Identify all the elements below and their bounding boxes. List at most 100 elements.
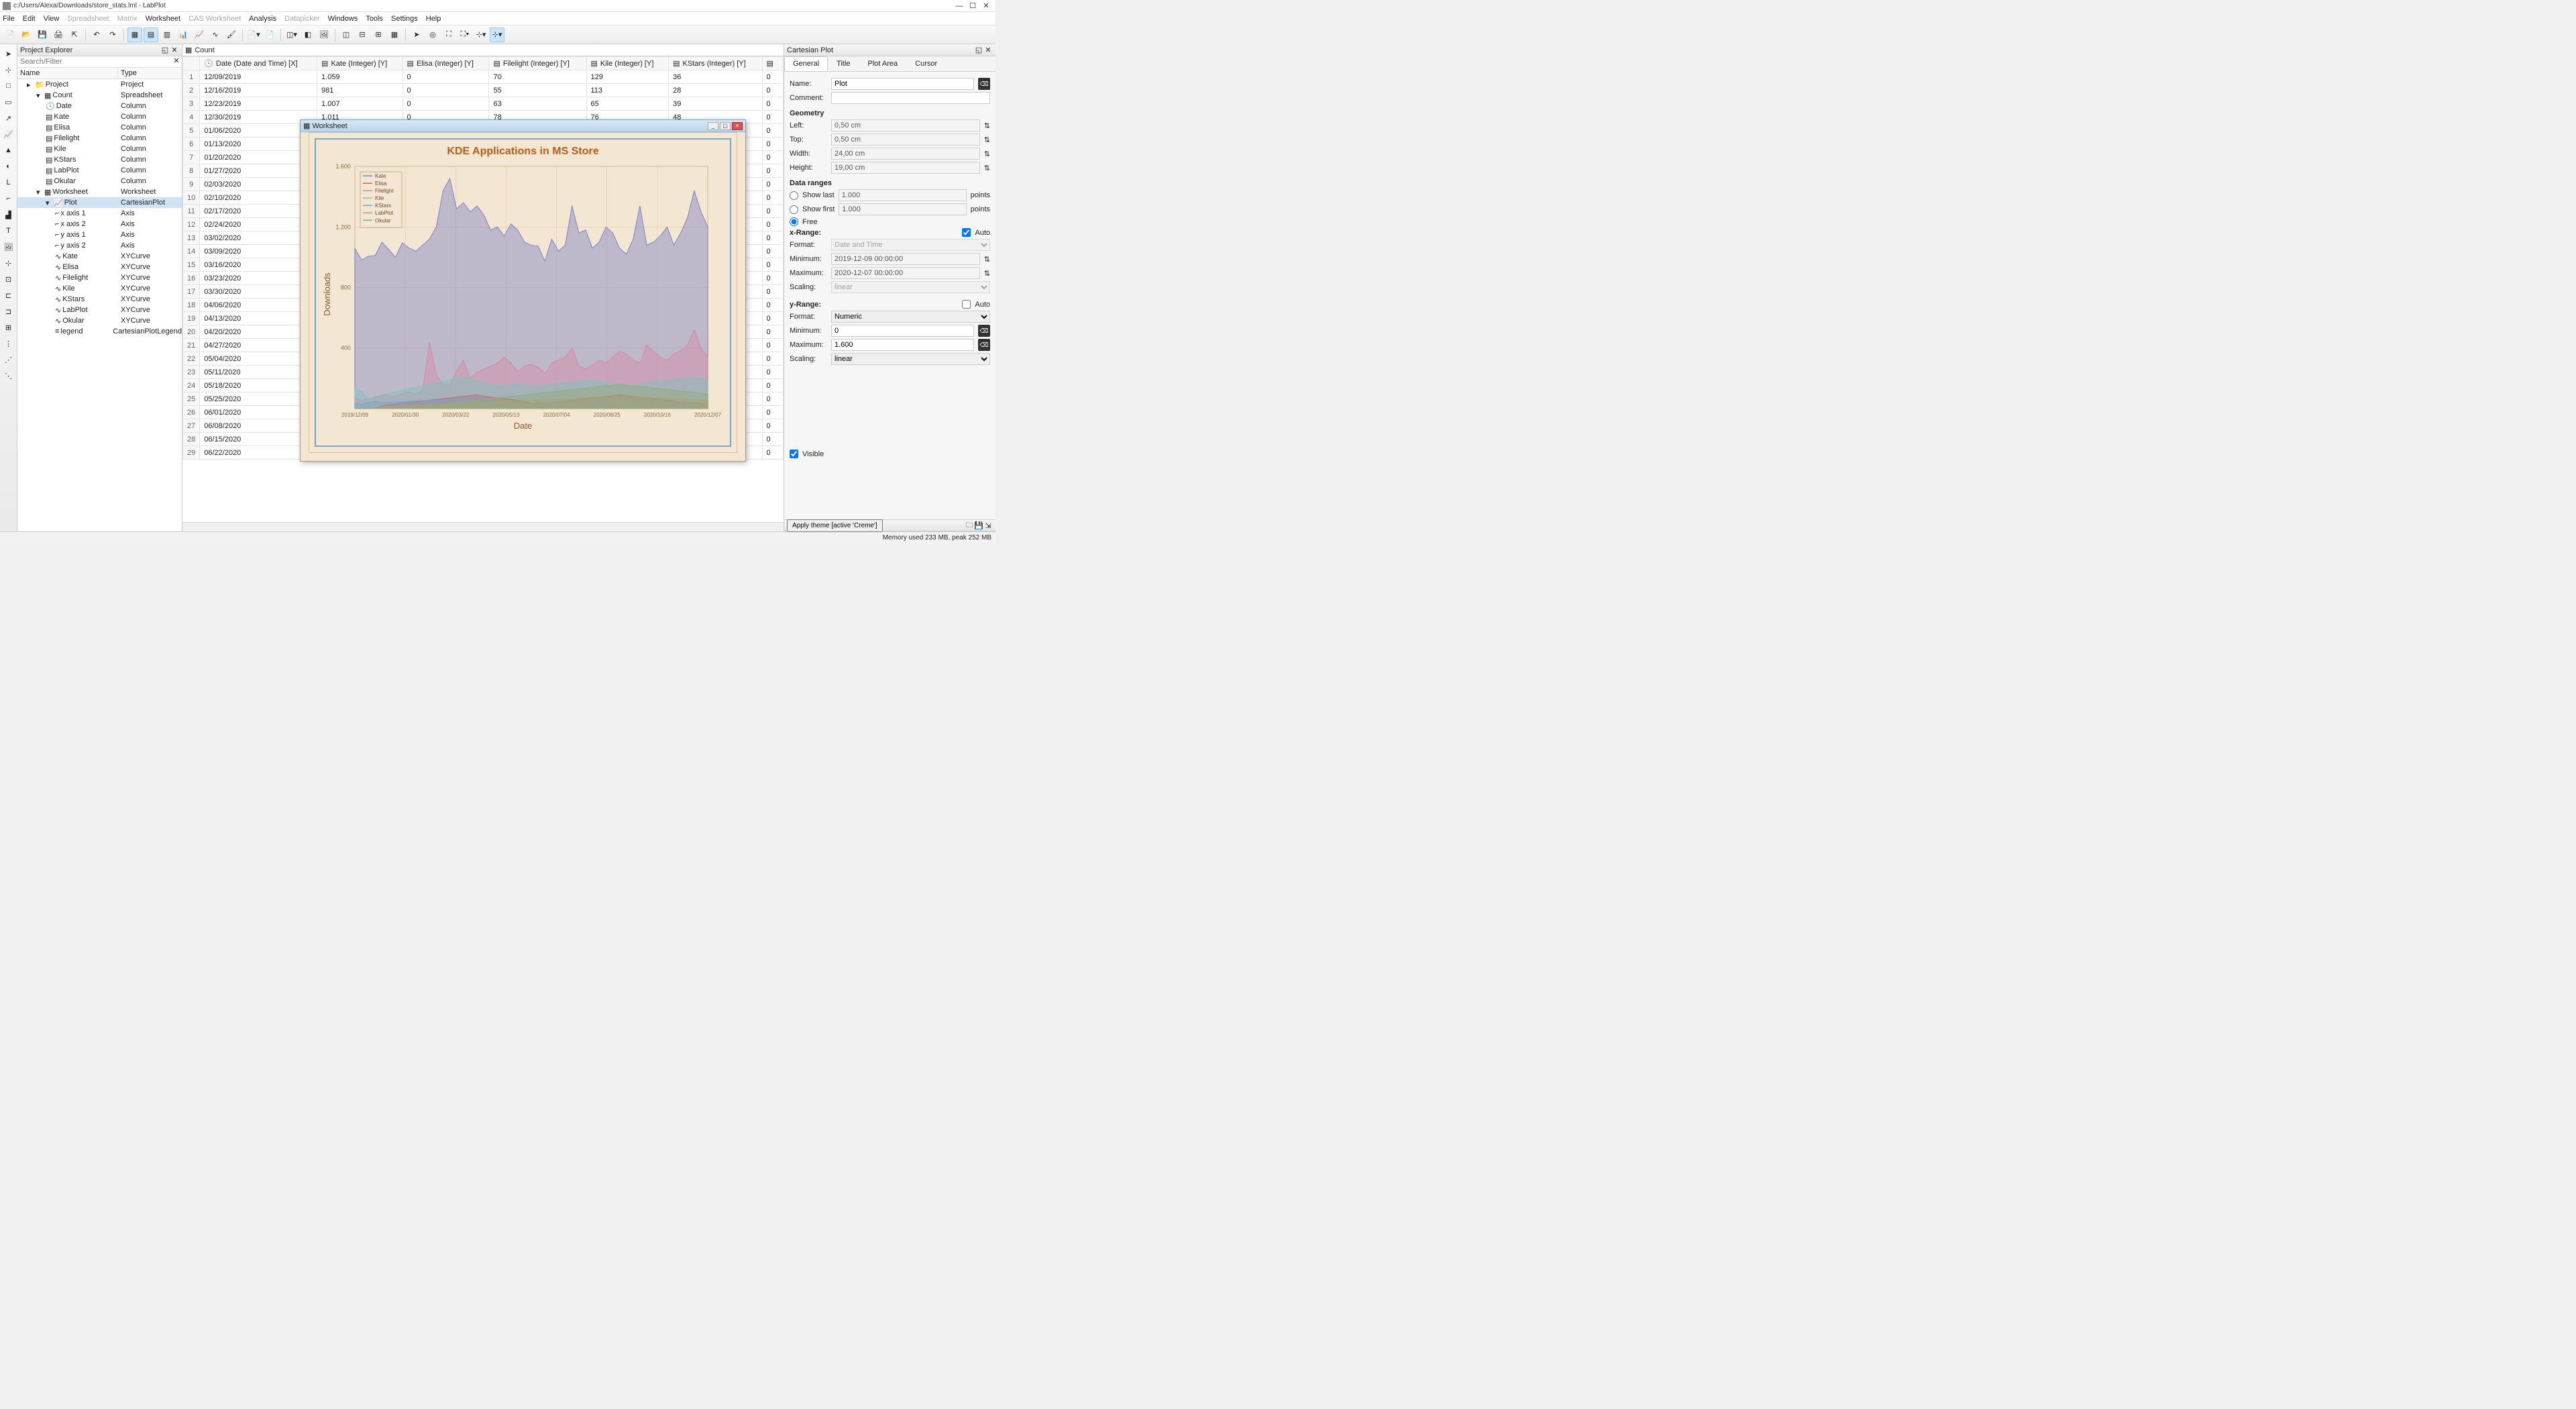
minimize-button[interactable]: — <box>953 2 966 10</box>
close-button[interactable]: ✕ <box>979 1 993 10</box>
x-auto-checkbox[interactable] <box>962 228 971 237</box>
spin-icon[interactable]: ⇅ <box>984 150 990 158</box>
rect-icon[interactable]: ▭ <box>2 95 15 109</box>
export-icon[interactable]: ⇱ <box>67 28 82 42</box>
menu-cas-worksheet[interactable]: CAS Worksheet <box>189 15 241 23</box>
paint-icon[interactable]: 🖌 <box>224 28 239 42</box>
t-icon[interactable]: T <box>2 224 15 238</box>
name-clear-icon[interactable]: ⌫ <box>978 78 990 90</box>
menu-matrix[interactable]: Matrix <box>117 15 138 23</box>
arrow-icon[interactable]: ↗ <box>2 111 15 125</box>
y-max-input[interactable] <box>831 339 974 351</box>
props-undock-icon[interactable]: ◱ <box>974 46 983 54</box>
tree-item-date[interactable]: 🕓DateColumn <box>17 101 182 111</box>
custom-icon[interactable]: ⊡ <box>2 272 15 286</box>
fit-icon[interactable]: ∿ <box>208 28 223 42</box>
tree-item-x-axis-2[interactable]: ⌐x axis 2Axis <box>17 219 182 229</box>
tree-item-okular[interactable]: ∿OkularXYCurve <box>17 315 182 326</box>
search-input[interactable] <box>17 56 171 67</box>
cursor-icon[interactable]: ➤ <box>409 28 424 42</box>
plot-icon-3[interactable]: 🖼 <box>317 28 331 42</box>
props-tab-general[interactable]: General <box>784 56 828 71</box>
axis-l-icon[interactable]: ⌐ <box>2 192 15 205</box>
worksheet-subwindow[interactable]: ▦ Worksheet _ ▢ ✕ KDE Applications in MS… <box>300 119 746 462</box>
spin-icon[interactable]: ⇅ <box>984 136 990 144</box>
tree-item-kile[interactable]: ▤KileColumn <box>17 144 182 154</box>
vbracket-icon[interactable]: ⊐ <box>2 305 15 318</box>
clear-search-icon[interactable]: ✕ <box>171 56 182 67</box>
layout-icon-2[interactable]: ▤ <box>144 28 158 42</box>
ws-close-button[interactable]: ✕ <box>732 122 743 130</box>
split-icon-1[interactable]: ◫ <box>339 28 354 42</box>
theme-folder-icon[interactable]: 🗀 <box>965 519 974 532</box>
move-icon[interactable]: ⊹ <box>2 256 15 270</box>
tree-item-legend[interactable]: ≡legendCartesianPlotLegend <box>17 326 182 337</box>
redo-icon[interactable]: ↷ <box>105 28 120 42</box>
menu-file[interactable]: File <box>3 15 15 23</box>
show-last-radio[interactable] <box>790 191 798 200</box>
dots-icon[interactable]: ⊞ <box>2 321 15 334</box>
menu-worksheet[interactable]: Worksheet <box>146 15 180 23</box>
new-file-icon[interactable]: 📄 <box>3 28 17 42</box>
project-tree[interactable]: ▸📁ProjectProject▾▦CountSpreadsheet 🕓Date… <box>17 79 182 531</box>
print-icon[interactable]: 🖨 <box>51 28 66 42</box>
free-radio[interactable] <box>790 217 798 226</box>
tree-item-kile[interactable]: ∿KileXYCurve <box>17 283 182 294</box>
split-icon-3[interactable]: ⊞ <box>371 28 386 42</box>
box-icon[interactable]: □ <box>2 79 15 93</box>
menu-edit[interactable]: Edit <box>23 15 36 23</box>
spin-icon[interactable]: ⇅ <box>984 269 990 278</box>
menu-datapicker[interactable]: Datapicker <box>284 15 320 23</box>
undo-icon[interactable]: ↶ <box>89 28 104 42</box>
tree-item-count[interactable]: ▾▦CountSpreadsheet <box>17 90 182 101</box>
menu-tools[interactable]: Tools <box>366 15 383 23</box>
spin-icon[interactable]: ⇅ <box>984 164 990 172</box>
chart-icon[interactable]: 📊 <box>176 28 191 42</box>
plot-canvas[interactable]: KDE Applications in MS Store4008001.2001… <box>316 140 730 446</box>
tree-item-x-axis-1[interactable]: ⌐x axis 1Axis <box>17 208 182 219</box>
theme-save-icon[interactable]: 💾 <box>974 521 983 530</box>
hist-icon[interactable]: ▟ <box>2 208 15 221</box>
split-icon-4[interactable]: ▦ <box>387 28 402 42</box>
tree-item-y-axis-1[interactable]: ⌐y axis 1Axis <box>17 229 182 240</box>
y-scaling-select[interactable]: linear <box>831 353 990 365</box>
crosshair-icon[interactable]: ⊹ <box>2 63 15 76</box>
tree-item-y-axis-2[interactable]: ⌐y axis 2Axis <box>17 240 182 251</box>
clear-icon[interactable]: ⌫ <box>978 325 990 337</box>
menu-settings[interactable]: Settings <box>391 15 418 23</box>
horizontal-scrollbar[interactable] <box>182 522 784 531</box>
target-icon[interactable]: ◎ <box>425 28 440 42</box>
apply-theme-button[interactable]: Apply theme [active 'Creme'] <box>787 519 883 532</box>
props-tab-plot-area[interactable]: Plot Area <box>859 56 907 71</box>
zoom-icon-2[interactable]: ⛶▾ <box>458 28 472 42</box>
l-icon[interactable]: L <box>2 176 15 189</box>
clear-icon[interactable]: ⌫ <box>978 339 990 351</box>
y-auto-checkbox[interactable] <box>962 300 971 309</box>
plot-icon-2[interactable]: ◧ <box>301 28 315 42</box>
bracket-icon[interactable]: ⊏ <box>2 289 15 302</box>
tree-item-project[interactable]: ▸📁ProjectProject <box>17 79 182 90</box>
maximize-button[interactable]: ☐ <box>966 1 979 10</box>
nav-icon-2[interactable]: ⊹▾ <box>490 28 504 42</box>
tree-item-plot[interactable]: ▾📈PlotCartesianPlot <box>17 197 182 208</box>
zoom-icon[interactable]: ⛶ <box>441 28 456 42</box>
tree-item-worksheet[interactable]: ▾▦WorksheetWorksheet <box>17 187 182 197</box>
tree-item-labplot[interactable]: ∿LabPlotXYCurve <box>17 305 182 315</box>
y-min-input[interactable] <box>831 325 974 337</box>
tree-item-kstars[interactable]: ▤KStarsColumn <box>17 154 182 165</box>
dots3-icon[interactable]: ⋰ <box>2 353 15 366</box>
line-chart-icon[interactable]: 📈 <box>2 127 15 141</box>
tree-item-elisa[interactable]: ∿ElisaXYCurve <box>17 262 182 272</box>
save-icon[interactable]: 💾 <box>35 28 50 42</box>
menu-spreadsheet[interactable]: Spreadsheet <box>67 15 109 23</box>
props-tab-title[interactable]: Title <box>828 56 859 71</box>
tree-col-name[interactable]: Name <box>17 68 118 79</box>
worksheet-titlebar[interactable]: ▦ Worksheet _ ▢ ✕ <box>301 120 745 132</box>
open-folder-icon[interactable]: 📂 <box>19 28 34 42</box>
sheet-tab[interactable]: Count <box>195 46 214 54</box>
panel-close-icon[interactable]: ✕ <box>170 46 179 54</box>
show-first-radio[interactable] <box>790 205 798 214</box>
ws-max-button[interactable]: ▢ <box>720 122 731 130</box>
nav-icon[interactable]: ⊹▾ <box>474 28 488 42</box>
menu-view[interactable]: View <box>44 15 60 23</box>
